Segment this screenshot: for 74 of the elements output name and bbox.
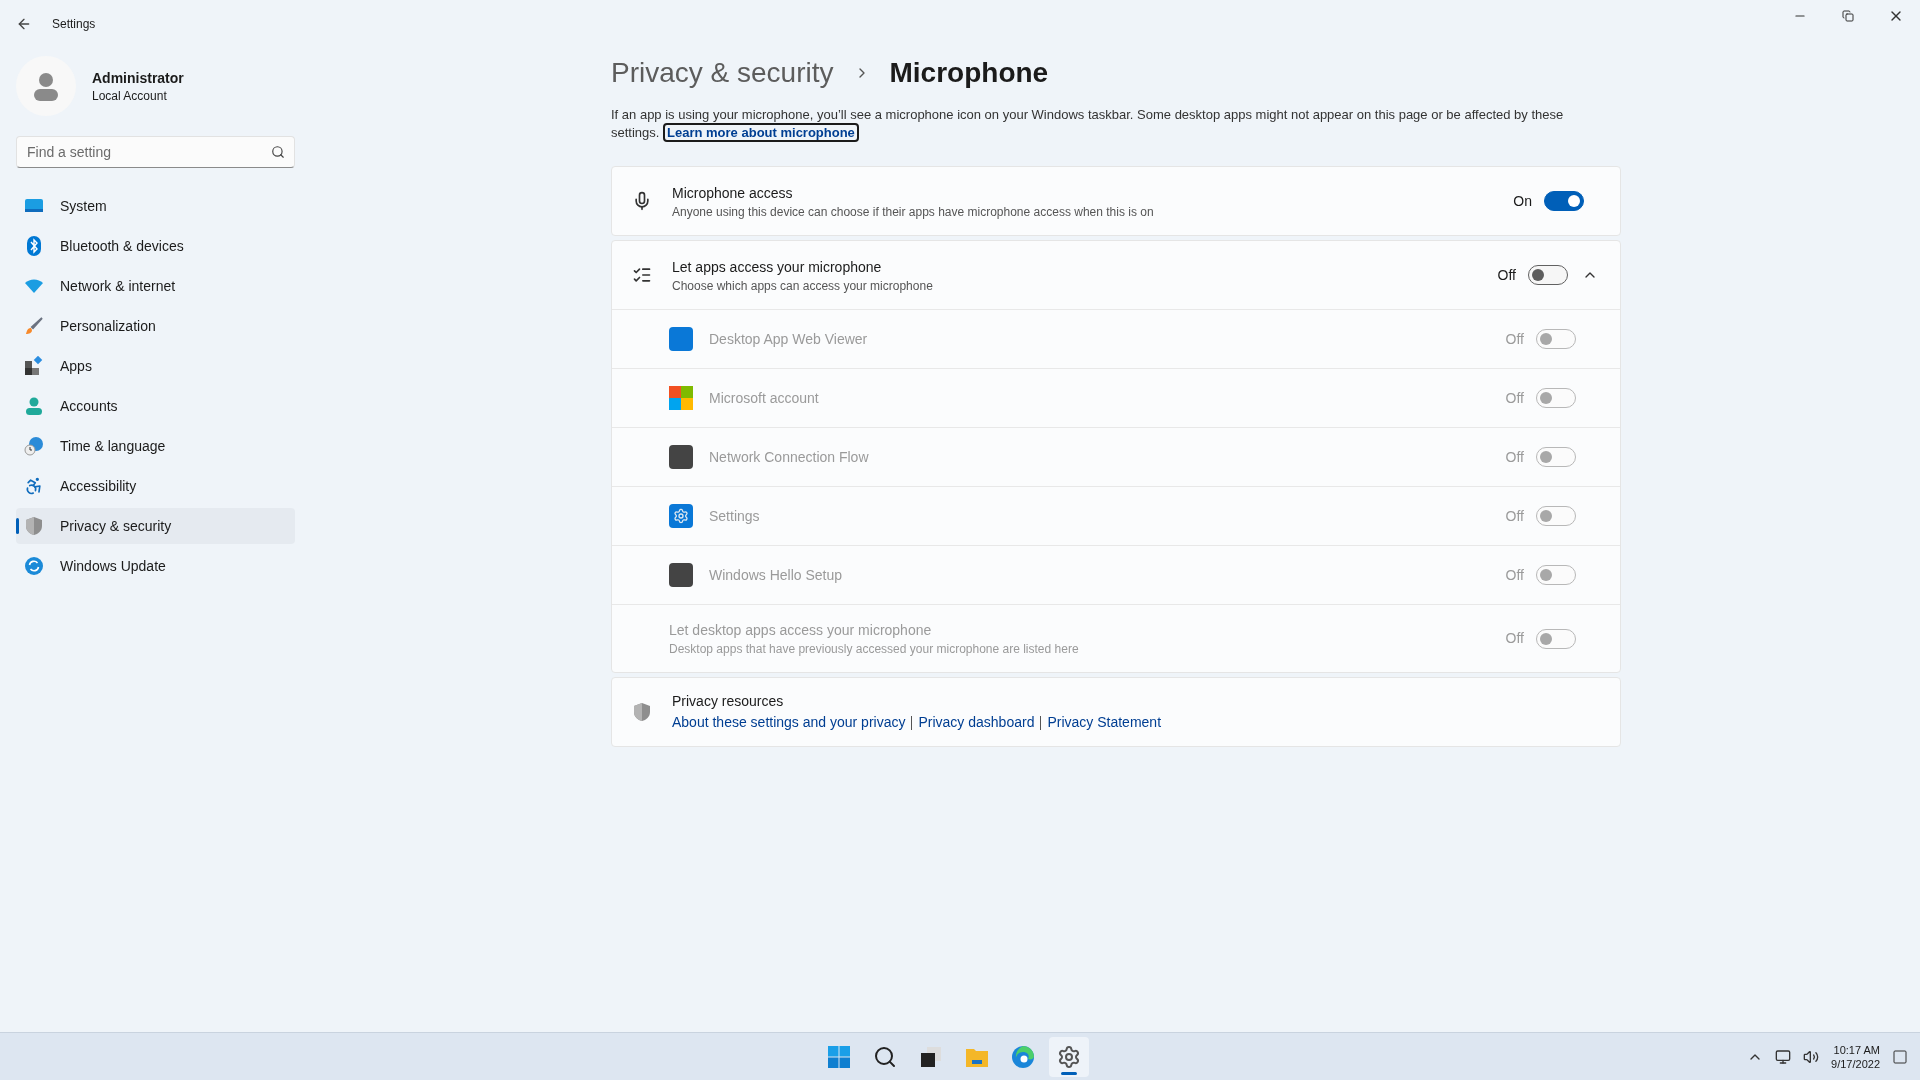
- back-icon[interactable]: [16, 16, 32, 32]
- toggle-state: Off: [1505, 447, 1524, 467]
- apps-icon: [24, 356, 44, 376]
- app-name: Network Connection Flow: [709, 447, 870, 467]
- nav-item[interactable]: Bluetooth & devices: [16, 228, 295, 264]
- toggle-switch[interactable]: [1528, 265, 1568, 285]
- setting-title: Privacy resources: [672, 692, 785, 711]
- app-name: Settings: [709, 506, 761, 526]
- nav-item[interactable]: Windows Update: [16, 548, 295, 584]
- accessibility-icon: [24, 476, 44, 496]
- toggle-state: Off: [1505, 565, 1524, 585]
- four-squares-icon: [669, 386, 693, 410]
- search-field[interactable]: Find a setting: [16, 136, 295, 168]
- search-icon: [271, 145, 285, 159]
- selection-indicator: [16, 518, 19, 534]
- breadcrumb-parent[interactable]: Privacy & security: [611, 52, 834, 94]
- nav-item[interactable]: Time & language: [16, 428, 295, 464]
- nav-item[interactable]: System: [16, 188, 295, 224]
- setting-title: Let apps access your microphone: [672, 257, 883, 277]
- intro-text: If an app is using your microphone, you’ll see a microphone icon on your Windows taskbar. Some desktop apps might not appear on this page or be affected by these settings. Learn more about microphone: [611, 106, 1565, 142]
- toggle-state: Off: [1505, 329, 1524, 349]
- update-icon: [24, 556, 44, 576]
- toggle-state: Off: [1505, 629, 1524, 648]
- nav-item[interactable]: Privacy & security: [16, 508, 295, 544]
- search-icon[interactable]: [873, 1044, 897, 1069]
- globe-clock-icon: [24, 436, 44, 456]
- setting-title: Let desktop apps access your microphone: [669, 621, 933, 640]
- app-name: Windows Hello Setup: [709, 565, 844, 585]
- app-name: Desktop App Web Viewer: [709, 329, 869, 349]
- toggle-state: Off: [1505, 506, 1524, 526]
- windows-logo-icon[interactable]: [827, 1044, 851, 1069]
- clock-date[interactable]: 9/17/2022: [1831, 1056, 1880, 1071]
- bluetooth-icon: [24, 236, 44, 256]
- nav-item[interactable]: Personalization: [16, 308, 295, 344]
- nav-item[interactable]: Accessibility: [16, 468, 295, 504]
- app-icon: [669, 563, 693, 587]
- shield-icon: [632, 702, 652, 722]
- restore-icon[interactable]: [1842, 10, 1854, 22]
- privacy-link[interactable]: About these settings and your privacy: [672, 712, 906, 733]
- browser-wave-icon[interactable]: [1011, 1044, 1035, 1069]
- setting-description: Desktop apps that have previously accessed your microphone are listed here: [669, 641, 1080, 657]
- page-title: Microphone: [889, 56, 1049, 90]
- app-name: Microsoft account: [709, 388, 820, 408]
- user-name: Administrator: [92, 69, 184, 88]
- setting-description: Anyone using this device can choose if their apps have microphone access when this is on: [672, 203, 1155, 220]
- toggle-state: On: [1513, 191, 1532, 211]
- list-icon: [632, 265, 652, 285]
- app-icon: [669, 327, 693, 351]
- privacy-link[interactable]: Privacy Statement: [1047, 712, 1162, 733]
- app-icon: [669, 445, 693, 469]
- account-type: Local Account: [92, 88, 168, 104]
- network-icon[interactable]: [1775, 1048, 1792, 1065]
- taskbar-button[interactable]: [1049, 1036, 1089, 1077]
- setting-title: Microphone access: [672, 183, 794, 203]
- brush-icon: [24, 316, 44, 336]
- shield-icon: [24, 516, 44, 536]
- privacy-link[interactable]: Privacy dashboard: [918, 712, 1035, 733]
- microphone-icon: [632, 191, 652, 211]
- gear-icon[interactable]: [1057, 1044, 1081, 1069]
- setting-description: Choose which apps can access your microphone: [672, 277, 934, 294]
- window-title: Settings: [52, 16, 96, 32]
- speaker-icon[interactable]: [1803, 1048, 1820, 1065]
- task-view-icon[interactable]: [919, 1044, 943, 1069]
- toggle-state: Off: [1505, 388, 1524, 408]
- toggle-switch[interactable]: [1544, 191, 1584, 211]
- toggle-state: Off: [1497, 265, 1516, 285]
- nav-item[interactable]: Apps: [16, 348, 295, 384]
- clock-time[interactable]: 10:17 AM: [1833, 1042, 1880, 1057]
- gear-icon: [669, 504, 693, 528]
- learn-more-link[interactable]: Learn more about microphone: [663, 123, 859, 142]
- nav-item[interactable]: Accounts: [16, 388, 295, 424]
- notification-icon[interactable]: [1892, 1048, 1908, 1065]
- person-icon: [24, 396, 44, 416]
- nav-item[interactable]: Network & internet: [16, 268, 295, 304]
